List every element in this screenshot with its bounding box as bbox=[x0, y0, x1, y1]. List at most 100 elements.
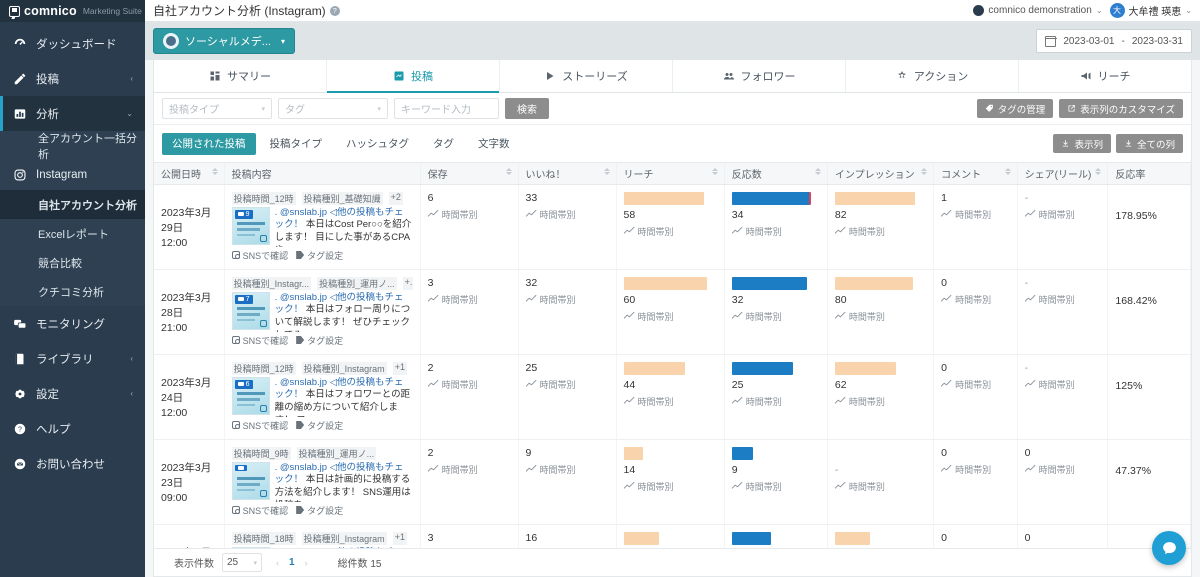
timeband-link[interactable]: 時間帯別 bbox=[427, 208, 511, 221]
timeband-link[interactable]: 時間帯別 bbox=[525, 463, 609, 476]
timeband-link[interactable]: 時間帯別 bbox=[427, 378, 511, 391]
timeband-link[interactable]: 時間帯別 bbox=[1024, 208, 1101, 221]
account-selector-button[interactable]: ソーシャルメデ... ▾ bbox=[153, 28, 295, 54]
timeband-link[interactable]: 時間帯別 bbox=[940, 463, 1010, 476]
timeband-link[interactable]: 時間帯別 bbox=[1024, 378, 1101, 391]
tab-posts[interactable]: 投稿 bbox=[327, 60, 500, 93]
table-row[interactable]: 2023年3月23日 09:00 投稿時間_9時 投稿種別_運用ノ.... @snsl… bbox=[154, 439, 1191, 525]
tag-setting-link[interactable]: タグ設定 bbox=[296, 334, 343, 347]
sort-icon[interactable] bbox=[921, 168, 928, 175]
sns-check-link[interactable]: SNSで確認 bbox=[231, 419, 288, 432]
sidebar-item-contact[interactable]: お問い合わせ bbox=[0, 446, 145, 481]
sns-check-link[interactable]: SNSで確認 bbox=[231, 504, 288, 517]
sidebar-item-analytics[interactable]: 分析 ⌄ bbox=[0, 96, 145, 131]
table-row[interactable]: 2023年3月24日 12:00 投稿時間_12時 投稿種別_Instagram +1 6… bbox=[154, 354, 1191, 440]
timeband-link[interactable]: 時間帯別 bbox=[525, 293, 609, 306]
sort-icon[interactable] bbox=[505, 168, 512, 175]
sns-check-link[interactable]: SNSで確認 bbox=[231, 249, 288, 262]
sort-icon[interactable] bbox=[211, 168, 218, 175]
tag-select[interactable]: タグ ▾ bbox=[278, 98, 388, 119]
tab-actions[interactable]: アクション bbox=[846, 60, 1019, 92]
timeband-link[interactable]: 時間帯別 bbox=[941, 548, 1010, 549]
table-row[interactable]: 2023年3月29日 12:00 投稿時間_12時 投稿種別_基礎知識 +2 9 . @sn… bbox=[154, 184, 1191, 270]
timeband-link[interactable]: 時間帯別 bbox=[1024, 293, 1101, 306]
timeband-link[interactable]: 時間帯別 bbox=[623, 480, 717, 493]
date-range-picker[interactable]: 2023-03-01 - 2023-03-31 bbox=[1036, 29, 1192, 53]
tag-setting-link[interactable]: タグ設定 bbox=[296, 249, 343, 262]
sidebar-item-excel-report[interactable]: Excelレポート bbox=[0, 219, 145, 248]
post-tag[interactable]: 投稿時間_18時 bbox=[231, 531, 296, 545]
table-row[interactable]: 2023年3月17日18:00投稿時間_18時投稿種別_Instagram+17… bbox=[154, 524, 1191, 548]
tab-reach[interactable]: リーチ bbox=[1019, 60, 1191, 92]
post-tag[interactable]: +... bbox=[402, 276, 413, 290]
export-visible-columns-button[interactable]: 表示列 bbox=[1053, 134, 1111, 153]
sidebar-item-dashboard[interactable]: ダッシュボード bbox=[0, 26, 145, 61]
pill-published-posts[interactable]: 公開された投稿 bbox=[162, 132, 256, 155]
post-tag[interactable]: 投稿時間_12時 bbox=[231, 191, 296, 205]
tag-setting-link[interactable]: タグ設定 bbox=[296, 504, 343, 517]
tag-setting-link[interactable]: タグ設定 bbox=[296, 419, 343, 432]
tab-followers[interactable]: フォロワー bbox=[673, 60, 846, 92]
brand-logo[interactable]: comnico Marketing Suite bbox=[0, 0, 145, 22]
col-reactions[interactable]: 反応数 bbox=[724, 163, 828, 185]
timeband-link[interactable]: 時間帯別 bbox=[834, 480, 926, 493]
pill-char-count[interactable]: 文字数 bbox=[468, 133, 520, 155]
table-row[interactable]: 2023年3月28日 21:00 投稿種別_Instagr... 投稿種別_運用ノ..… bbox=[154, 269, 1191, 355]
timeband-link[interactable]: 時間帯別 bbox=[526, 548, 609, 549]
customize-columns-button[interactable]: 表示列のカスタマイズ bbox=[1059, 99, 1183, 118]
sidebar-item-monitoring[interactable]: モニタリング bbox=[0, 306, 145, 341]
timeband-link[interactable]: 時間帯別 bbox=[623, 395, 717, 408]
post-tag[interactable]: +1 bbox=[392, 361, 407, 375]
prev-page-button[interactable]: ‹ bbox=[276, 558, 279, 568]
col-reach[interactable]: リーチ bbox=[616, 163, 725, 185]
sidebar-item-library[interactable]: ライブラリ ‹ bbox=[0, 341, 145, 376]
post-tag[interactable]: 投稿種別_Instagram bbox=[301, 361, 387, 375]
sidebar-item-word-of-mouth[interactable]: クチコミ分析 bbox=[0, 277, 145, 306]
user-menu[interactable]: 大 大牟禮 瑛恵 ⌄ bbox=[1109, 3, 1192, 18]
sort-icon[interactable] bbox=[1004, 168, 1011, 175]
timeband-link[interactable]: 時間帯別 bbox=[427, 293, 511, 306]
pill-hashtag[interactable]: ハッシュタグ bbox=[336, 133, 419, 155]
chat-support-button[interactable] bbox=[1152, 531, 1186, 565]
post-tag[interactable]: +1 bbox=[392, 531, 407, 545]
post-tag[interactable]: 投稿時間_9時 bbox=[231, 446, 291, 460]
sidebar-item-instagram[interactable]: Instagram bbox=[0, 160, 145, 190]
post-tag[interactable]: 投稿種別_運用ノ... bbox=[296, 446, 377, 460]
timeband-link[interactable]: 時間帯別 bbox=[731, 395, 820, 408]
tab-summary[interactable]: サマリー bbox=[154, 60, 327, 92]
timeband-link[interactable]: 時間帯別 bbox=[1025, 548, 1101, 549]
sns-check-link[interactable]: SNSで確認 bbox=[231, 334, 288, 347]
timeband-link[interactable]: 時間帯別 bbox=[731, 310, 820, 323]
timeband-link[interactable]: 時間帯別 bbox=[834, 225, 926, 238]
timeband-link[interactable]: 時間帯別 bbox=[834, 310, 926, 323]
posts-table-wrapper[interactable]: 公開日時 投稿内容 保存 いいね！ リーチ 反応数 インプレッション コメント … bbox=[154, 162, 1191, 548]
post-thumbnail[interactable]: 9 bbox=[231, 206, 270, 245]
timeband-link[interactable]: 時間帯別 bbox=[1024, 463, 1101, 476]
post-thumbnail[interactable]: 7 bbox=[231, 291, 270, 330]
timeband-link[interactable]: 時間帯別 bbox=[427, 463, 511, 476]
sidebar-item-all-account-analysis[interactable]: 全アカウント一括分析 bbox=[0, 131, 145, 161]
post-tag[interactable]: 投稿種別_Instagram bbox=[301, 531, 387, 545]
timeband-link[interactable]: 時間帯別 bbox=[731, 225, 820, 238]
col-saves[interactable]: 保存 bbox=[420, 163, 519, 185]
post-tag[interactable]: 投稿種別_運用ノ... bbox=[317, 276, 397, 290]
sort-icon[interactable] bbox=[711, 168, 718, 175]
per-page-select[interactable]: 25 ▾ bbox=[222, 553, 262, 572]
timeband-link[interactable]: 時間帯別 bbox=[834, 395, 926, 408]
help-circle-icon[interactable]: ? bbox=[329, 5, 340, 16]
keyword-input[interactable]: キーワード入力 bbox=[394, 98, 499, 119]
sidebar-item-posts[interactable]: 投稿 ‹ bbox=[0, 61, 145, 96]
org-selector[interactable]: comnico demonstration ⌄ bbox=[973, 5, 1103, 16]
sidebar-item-own-account-analysis[interactable]: 自社アカウント分析 bbox=[0, 190, 145, 219]
post-tag[interactable]: +2 bbox=[388, 191, 403, 205]
post-tag[interactable]: 投稿種別_基礎知識 bbox=[301, 191, 383, 205]
post-thumbnail[interactable]: 7 bbox=[231, 546, 270, 548]
timeband-link[interactable]: 時間帯別 bbox=[623, 225, 717, 238]
col-likes[interactable]: いいね！ bbox=[518, 163, 617, 185]
timeband-link[interactable]: 時間帯別 bbox=[940, 378, 1010, 391]
pill-tag[interactable]: タグ bbox=[423, 133, 464, 155]
col-comments[interactable]: コメント bbox=[933, 163, 1018, 185]
tab-stories[interactable]: ストーリーズ bbox=[500, 60, 673, 92]
post-tag[interactable]: 投稿時間_12時 bbox=[231, 361, 296, 375]
timeband-link[interactable]: 時間帯別 bbox=[940, 208, 1010, 221]
